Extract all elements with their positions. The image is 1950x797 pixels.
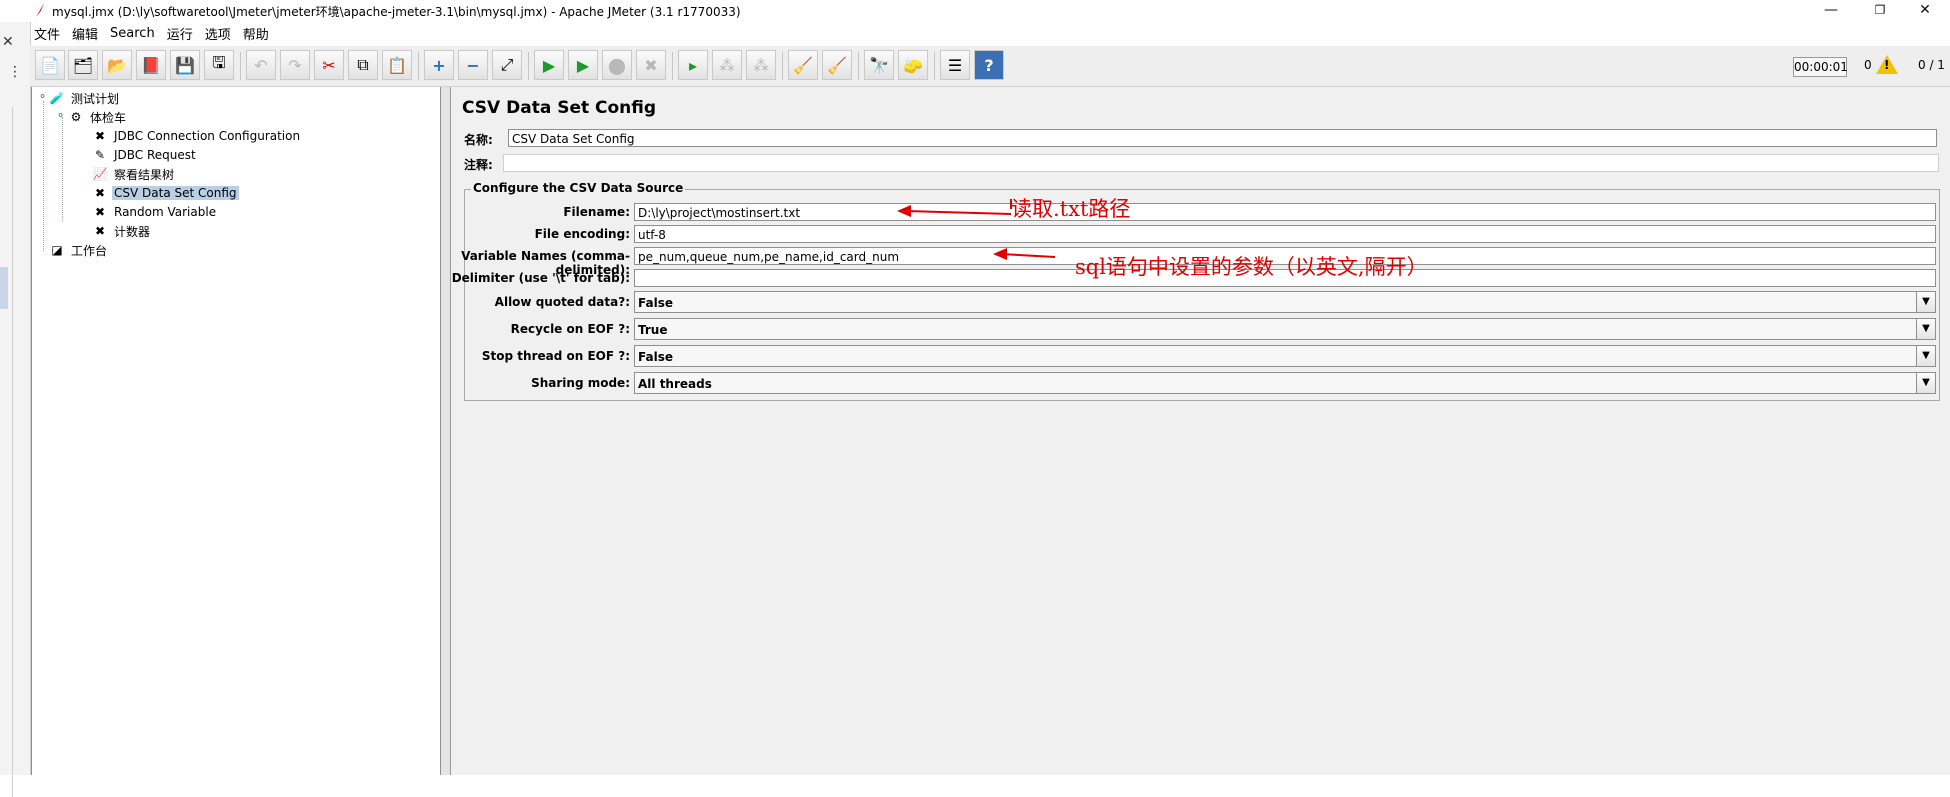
new-icon[interactable]: 📄 bbox=[35, 50, 65, 80]
csv-config-panel: CSV Data Set Config 名称: CSV Data Set Con… bbox=[451, 87, 1950, 775]
menu-bar: 文件 编辑 Search 运行 选项 帮助 bbox=[34, 22, 281, 44]
tree-item-label: CSV Data Set Config bbox=[112, 186, 239, 200]
annotation-arrows bbox=[897, 199, 1056, 260]
reset-search-icon[interactable]: 🧽 bbox=[898, 50, 928, 80]
templates-icon[interactable]: 🗂 bbox=[68, 50, 98, 80]
remote-shutdown-icon[interactable]: ⁂ bbox=[746, 50, 776, 80]
function-helper-icon[interactable]: ☰ bbox=[940, 50, 970, 80]
remote-start-icon[interactable]: ▸ bbox=[678, 50, 708, 80]
title-bar: mysql.jmx (D:\ly\softwaretool\Jmeter\jme… bbox=[0, 0, 1950, 22]
open-icon[interactable]: 📂 bbox=[102, 50, 132, 80]
more-vertical-icon: ⋮ bbox=[8, 64, 22, 80]
tree-item-label: JDBC Request bbox=[114, 148, 196, 162]
shutdown-icon[interactable]: ✖ bbox=[636, 50, 666, 80]
tree-item-thread-group[interactable]: ⚙ 体检车 bbox=[68, 108, 128, 126]
test-plan-tree: ⚬ ⚬ 🧪 测试计划 ⚙ 体检车 ✖ JDBC Connection Confi… bbox=[31, 87, 441, 775]
tree-item-label: Random Variable bbox=[114, 205, 217, 219]
save-icon[interactable]: 💾 bbox=[170, 50, 200, 80]
search-icon[interactable]: 🔭 bbox=[864, 50, 894, 80]
copy-icon[interactable]: ⧉ bbox=[348, 50, 378, 80]
close-icon: ✕ bbox=[2, 34, 14, 50]
test-plan-icon: 🧪 bbox=[49, 91, 65, 105]
undo-icon[interactable]: ↶ bbox=[246, 50, 276, 80]
toolbar: 📄 🗂 📂 📕 💾 🖫 ↶ ↷ ✂ ⧉ 📋 + − ⤢ ▶ ▶ ⬤ ✖ ▸ ⁂ … bbox=[30, 46, 1950, 87]
start-no-pauses-icon[interactable]: ▶ bbox=[568, 50, 598, 80]
thread-group-icon: ⚙ bbox=[70, 110, 82, 124]
error-count: 0 bbox=[1864, 58, 1872, 72]
restore-button[interactable]: ❐ bbox=[1857, 0, 1903, 22]
menu-help[interactable]: 帮助 bbox=[243, 24, 269, 43]
config-element-icon: ✖ bbox=[94, 129, 106, 143]
tree-item-label: 工作台 bbox=[71, 243, 108, 258]
menu-run[interactable]: 运行 bbox=[167, 24, 193, 43]
clear-all-icon[interactable]: 🧹 bbox=[822, 50, 852, 80]
annotation-varnames-note: sql语句中设置的参数（以英文,隔开） bbox=[1075, 255, 1428, 279]
remote-stop-icon[interactable]: ⁂ bbox=[712, 50, 742, 80]
close-file-icon[interactable]: 📕 bbox=[136, 50, 166, 80]
tree-item-jdbc-request[interactable]: ✎ JDBC Request bbox=[92, 146, 198, 164]
scroll-indicator bbox=[0, 267, 8, 309]
close-button[interactable]: ✕ bbox=[1902, 0, 1948, 22]
background-window-strip: ✕ ⋮ bbox=[0, 22, 31, 797]
tree-item-label: 计数器 bbox=[114, 224, 151, 239]
menu-search[interactable]: Search bbox=[110, 26, 155, 41]
tree-item-jdbc-connection[interactable]: ✖ JDBC Connection Configuration bbox=[92, 127, 302, 145]
config-element-icon: ✖ bbox=[94, 224, 106, 238]
tree-item-csv-data-set[interactable]: ✖ CSV Data Set Config bbox=[92, 184, 239, 202]
menu-edit[interactable]: 编辑 bbox=[72, 24, 98, 43]
menu-options[interactable]: 选项 bbox=[205, 24, 231, 43]
paste-icon[interactable]: 📋 bbox=[382, 50, 412, 80]
tree-item-label: 体检车 bbox=[90, 110, 127, 125]
window-title: mysql.jmx (D:\ly\softwaretool\Jmeter\jme… bbox=[52, 5, 741, 19]
clear-icon[interactable]: 🧹 bbox=[788, 50, 818, 80]
listener-icon: 📈 bbox=[92, 167, 108, 181]
workbench-icon: ◪ bbox=[51, 243, 63, 257]
divider bbox=[12, 107, 13, 797]
stop-icon[interactable]: ⬤ bbox=[602, 50, 632, 80]
tree-item-label: 测试计划 bbox=[71, 91, 120, 106]
tree-item-random-variable[interactable]: ✖ Random Variable bbox=[92, 203, 218, 221]
collapse-icon[interactable]: − bbox=[458, 50, 488, 80]
cut-icon[interactable]: ✂ bbox=[314, 50, 344, 80]
elapsed-timer: 00:00:01 bbox=[1793, 57, 1848, 77]
toggle-icon[interactable]: ⤢ bbox=[492, 50, 522, 80]
redo-icon[interactable]: ↷ bbox=[280, 50, 310, 80]
start-icon[interactable]: ▶ bbox=[534, 50, 564, 80]
config-element-icon: ✖ bbox=[94, 205, 106, 219]
warning-icon[interactable] bbox=[1876, 55, 1898, 74]
split-pane-divider[interactable] bbox=[441, 87, 451, 775]
collapse-toggle[interactable]: ⚬ bbox=[56, 109, 65, 122]
config-element-icon: ✖ bbox=[94, 186, 106, 200]
save-as-icon[interactable]: 🖫 bbox=[204, 50, 234, 80]
menu-file[interactable]: 文件 bbox=[34, 24, 60, 43]
tree-item-label: JDBC Connection Configuration bbox=[114, 129, 301, 143]
expand-icon[interactable]: + bbox=[424, 50, 454, 80]
thread-count: 0 / 1 bbox=[1918, 58, 1945, 72]
tree-item-counter[interactable]: ✖ 计数器 bbox=[92, 222, 152, 240]
tree-item-workbench[interactable]: ◪ 工作台 bbox=[49, 241, 109, 259]
annotation-filename-note: 读取.txt路径 bbox=[1011, 197, 1131, 221]
minimize-button[interactable]: — bbox=[1808, 0, 1854, 22]
help-icon[interactable]: ? bbox=[974, 50, 1004, 80]
tree-item-label: 察看结果树 bbox=[114, 167, 175, 182]
jmeter-feather-icon bbox=[34, 2, 46, 18]
collapse-toggle[interactable]: ⚬ bbox=[38, 90, 47, 103]
tree-item-test-plan[interactable]: 🧪 测试计划 bbox=[49, 89, 121, 107]
tree-item-results-tree[interactable]: 📈 察看结果树 bbox=[92, 165, 176, 183]
sampler-icon: ✎ bbox=[94, 148, 106, 162]
